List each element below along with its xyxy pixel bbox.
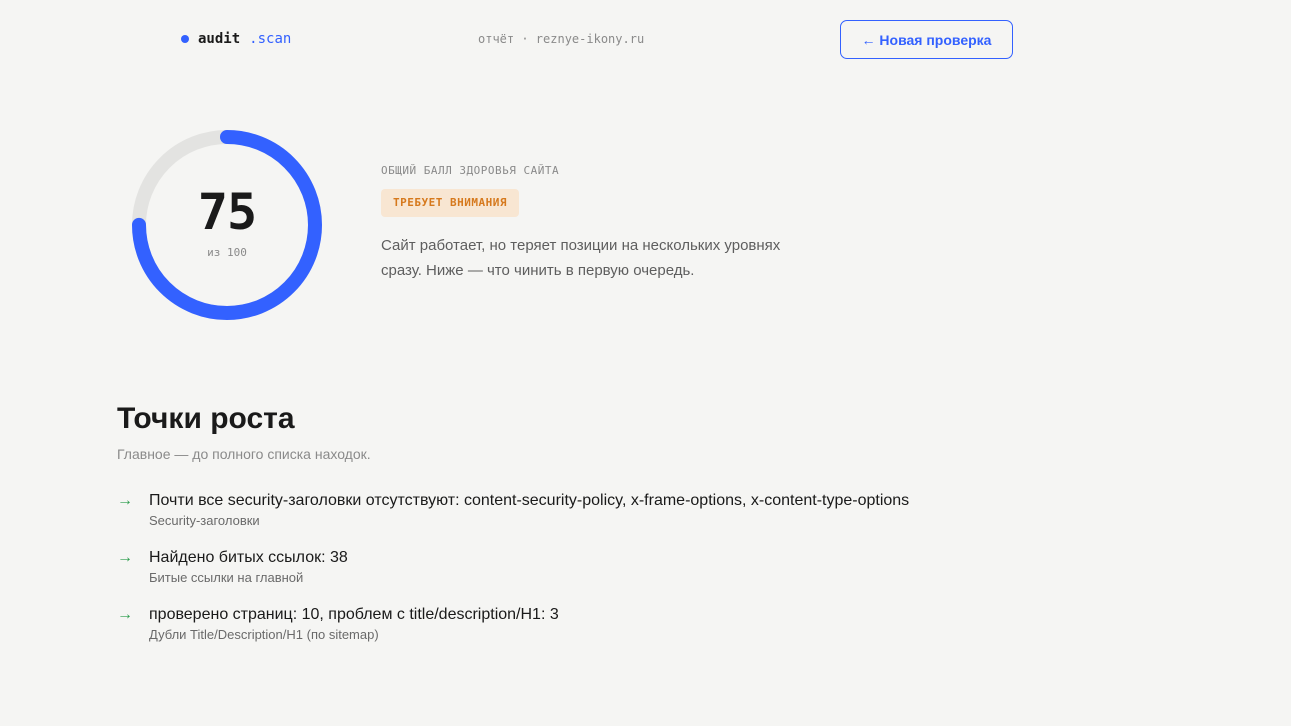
logo-dot-icon	[181, 35, 189, 43]
arrow-right-icon: →	[117, 549, 133, 566]
logo[interactable]: audit .scan	[181, 31, 291, 47]
growth-item: → проверено страниц: 10, проблем с title…	[117, 604, 1117, 661]
growth-list: → Почти все security-заголовки отсутству…	[117, 490, 1117, 661]
score-max-label: из 100	[207, 246, 247, 259]
growth-item-title: Почти все security-заголовки отсутствуют…	[149, 492, 910, 509]
growth-item-title: проверено страниц: 10, проблем с title/d…	[149, 606, 559, 623]
report-domain-label: отчёт · reznye-ikony.ru	[478, 32, 645, 46]
score-description: Сайт работает, но теряет позиции на неск…	[381, 237, 781, 279]
growth-item-subtitle: Битые ссылки на главной	[149, 570, 304, 585]
status-badge: ТРЕБУЕТ ВНИМАНИЯ	[381, 189, 519, 217]
logo-accent-text: .scan	[249, 31, 292, 47]
score-value: 75	[197, 183, 257, 241]
growth-item: → Найдено битых ссылок: 38 Битые ссылки …	[117, 547, 1117, 604]
arrow-right-icon: →	[117, 606, 133, 623]
growth-title: Точки роста	[117, 402, 295, 435]
growth-subtitle: Главное — до полного списка находок.	[117, 446, 371, 462]
new-check-button[interactable]: ← Новая проверка	[840, 20, 1013, 59]
score-caption: ОБЩИЙ БАЛЛ ЗДОРОВЬЯ САЙТА	[381, 164, 560, 177]
growth-item-subtitle: Security-заголовки	[149, 513, 260, 528]
score-gauge: 75 из 100	[127, 125, 327, 325]
growth-item-title: Найдено битых ссылок: 38	[149, 549, 348, 566]
growth-item-subtitle: Дубли Title/Description/H1 (по sitemap)	[149, 627, 379, 642]
growth-item: → Почти все security-заголовки отсутству…	[117, 490, 1117, 547]
growth-points-section: Точки роста Главное — до полного списка …	[117, 399, 1117, 661]
logo-main-text: audit	[198, 31, 241, 47]
top-header: audit .scan отчёт · reznye-ikony.ru ← Но…	[0, 0, 1291, 80]
score-info: ОБЩИЙ БАЛЛ ЗДОРОВЬЯ САЙТА ТРЕБУЕТ ВНИМАН…	[381, 164, 821, 283]
arrow-right-icon: →	[117, 492, 133, 509]
